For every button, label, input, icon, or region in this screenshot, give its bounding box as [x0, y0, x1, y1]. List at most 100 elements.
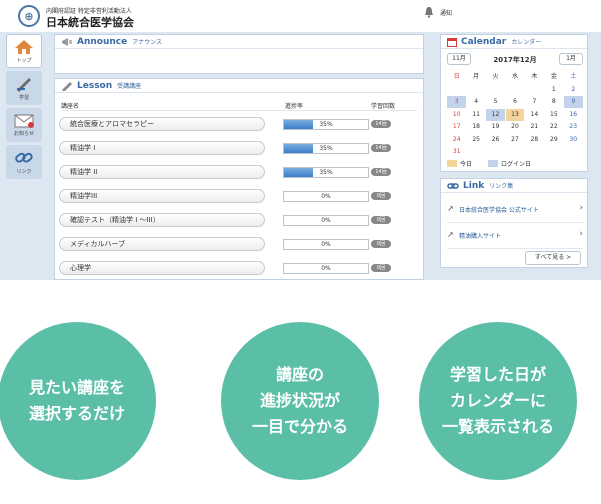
calendar-day[interactable]: 9 [563, 96, 583, 109]
see-all-button[interactable]: すべて見る > [525, 251, 581, 265]
lesson-name-button[interactable]: 精油学 II [59, 165, 265, 179]
calendar-day[interactable]: 11 [467, 109, 486, 121]
feature-text: 講座の [275, 365, 324, 384]
calendar-day[interactable]: 12 [486, 108, 505, 121]
sidenav-item-top[interactable]: トップ [6, 34, 42, 68]
feature-text: 見たい講座を [28, 378, 125, 397]
calendar-day[interactable]: 22 [544, 121, 563, 133]
lesson-name-button[interactable]: 統合医療とアロマセラピー [59, 117, 265, 131]
announce-subtitle: アナウンス [132, 39, 162, 46]
calendar-day[interactable]: 21 [525, 121, 544, 133]
calendar-day[interactable]: 4 [467, 96, 486, 108]
progress-bar: 0% [283, 191, 369, 202]
bell-icon[interactable] [424, 6, 434, 18]
lesson-name-button[interactable]: 確認テスト（精油学 I ～III） [59, 213, 265, 227]
chevron-right-icon: › [579, 229, 583, 239]
mail-icon [14, 114, 34, 128]
weekday-row: 日月火水木金土 [447, 71, 583, 84]
feature-text: 一目で分かる [251, 417, 348, 436]
calendar-day[interactable]: 13 [505, 108, 525, 121]
study-count-badge: 14回 [371, 168, 391, 176]
week-row: 3456789 [447, 96, 583, 109]
next-month-button[interactable]: 1月 [559, 53, 583, 65]
calendar-legend: 今日 ログイン日 [447, 159, 531, 168]
link-label: 精油購入サイト [459, 233, 502, 240]
lesson-name-button[interactable]: メディカルハーブ [59, 237, 265, 251]
chevron-right-icon: › [579, 203, 583, 213]
calendar-day[interactable]: 2 [564, 84, 583, 96]
calendar-day[interactable]: 3 [447, 96, 467, 109]
progress-bar: 35% [283, 119, 369, 130]
calendar-day[interactable]: 20 [506, 121, 525, 133]
chain-link-icon [15, 152, 33, 163]
study-count-badge: 0回 [371, 240, 391, 248]
sidenav-item-links[interactable]: リンク [6, 145, 42, 179]
link-official-site[interactable]: ↗ 日本統合医学協会 公式サイト › [447, 197, 583, 223]
calendar-day[interactable]: 28 [525, 134, 544, 146]
lesson-header: 講座名 進捗率 学習回数 [61, 99, 417, 111]
notice-link[interactable]: 通知 [440, 8, 452, 17]
feature-circle-calendar: 学習した日が カレンダーに 一覧表示される [419, 322, 577, 480]
calendar-empty [486, 146, 505, 158]
progress-percent: 35% [319, 121, 333, 128]
calendar-grid: 日月火水木金土 1 2 3 4 5 6 7 8 9 10 11 12 13 14 15 16 17 18 19 20 21… [447, 71, 583, 159]
study-count-badge: 14回 [371, 144, 391, 152]
calendar-day[interactable]: 8 [544, 96, 563, 108]
link-oil-shop[interactable]: ↗ 精油購入サイト › [447, 223, 583, 249]
study-count-badge: 14回 [371, 120, 391, 128]
calendar-empty [467, 146, 486, 158]
lesson-panel: Lesson 受講講座 講座名 進捗率 学習回数 統合医療とアロマセラピー 35%… [54, 78, 424, 280]
col-count: 学習回数 [371, 103, 396, 110]
calendar-day[interactable]: 10 [447, 109, 466, 121]
calendar-day[interactable]: 5 [486, 96, 505, 108]
calendar-day[interactable]: 25 [467, 134, 486, 146]
announce-title: Announce [77, 36, 128, 47]
calendar-day[interactable]: 26 [486, 134, 505, 146]
announce-panel: Announce アナウンス [54, 34, 424, 74]
calendar-day[interactable]: 19 [486, 121, 505, 133]
sidenav-item-news[interactable]: お知らせ [6, 108, 42, 142]
feature-circle-select: 見たい講座を 選択するだけ [0, 322, 156, 480]
calendar-empty [525, 84, 544, 96]
calendar-empty [467, 84, 486, 96]
calendar-day[interactable]: 29 [544, 134, 563, 146]
lesson-name-button[interactable]: 心理学 [59, 261, 265, 275]
lesson-row: 心理学 0% 0回 [59, 261, 419, 277]
calendar-empty [506, 84, 525, 96]
calendar-day[interactable]: 1 [544, 84, 563, 96]
link-label: 日本統合医学協会 公式サイト [459, 207, 539, 214]
sidenav-label: お知らせ [14, 130, 34, 137]
sidenav-item-study[interactable]: 学習 [6, 71, 42, 105]
calendar-day[interactable]: 7 [525, 96, 544, 108]
week-row: 31 [447, 146, 583, 159]
lesson-title: Lesson [77, 80, 113, 91]
feature-text: 進捗状況が [259, 391, 340, 410]
calendar-day[interactable]: 17 [447, 121, 466, 133]
calendar-day[interactable]: 18 [467, 121, 486, 133]
calendar-day[interactable]: 31 [447, 146, 466, 158]
weekday-label: 水 [511, 73, 518, 81]
weekday-label: 日 [453, 73, 460, 81]
lesson-name-button[interactable]: 精油学III [59, 189, 265, 203]
lesson-row: 統合医療とアロマセラピー 35% 14回 [59, 117, 419, 133]
lesson-row: メディカルハーブ 0% 0回 [59, 237, 419, 253]
calendar-day[interactable]: 23 [564, 121, 583, 133]
calendar-day[interactable]: 24 [447, 134, 466, 146]
calendar-subtitle: カレンダー [511, 39, 542, 46]
calendar-day[interactable]: 30 [564, 134, 583, 146]
logo-glyph: ⊕ [24, 9, 34, 23]
calendar-day[interactable]: 6 [506, 96, 525, 108]
calendar-day[interactable]: 15 [544, 109, 563, 121]
lesson-name-button[interactable]: 精油学 I [59, 141, 265, 155]
sidenav-label: リンク [16, 168, 32, 175]
calendar-day[interactable]: 27 [506, 134, 525, 146]
weekday-label: 金 [550, 73, 557, 81]
calendar-day[interactable]: 16 [564, 109, 583, 121]
progress-percent: 0% [321, 265, 331, 272]
megaphone-icon [62, 37, 72, 46]
calendar-day[interactable]: 14 [525, 109, 544, 121]
org-logo[interactable]: ⊕ [18, 5, 40, 27]
week-row: 24 25 26 27 28 29 30 [447, 134, 583, 147]
prev-month-button[interactable]: 11月 [447, 53, 471, 65]
lesson-row: 確認テスト（精油学 I ～III） 0% 0回 [59, 213, 419, 229]
